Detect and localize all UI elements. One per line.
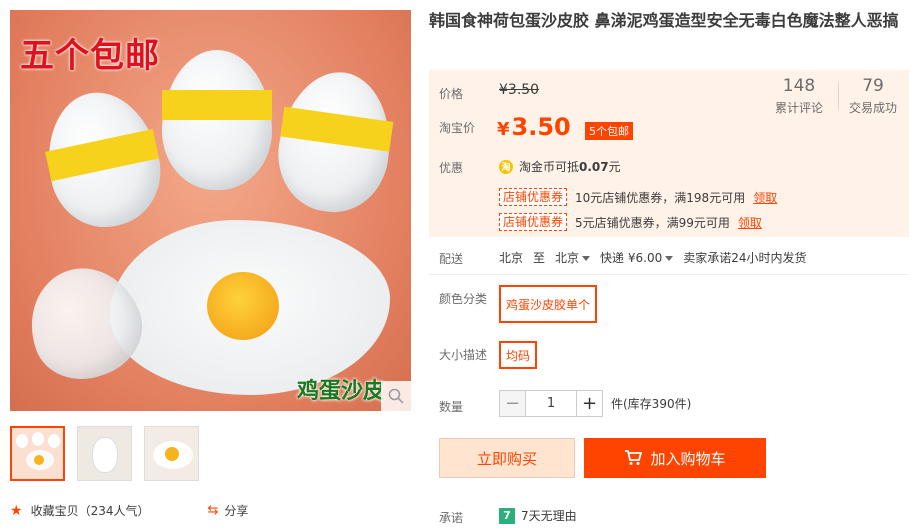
price-value: 3.50	[511, 113, 571, 141]
coin-row: 淘 淘金币可抵0.07元	[499, 158, 621, 175]
taobao-price-label: 淘宝价	[439, 121, 476, 135]
cart-icon	[625, 450, 643, 465]
stock-text: 件(库存390件)	[611, 397, 692, 411]
promise-label: 承诺	[439, 511, 464, 525]
promise-row: 7 7天无理由	[499, 507, 577, 524]
coupon-text: 5元店铺优惠券，满99元可用	[575, 215, 730, 230]
currency-symbol: ¥	[497, 119, 510, 140]
delivery-row: 北京 至 北京 快递 ¥6.00 卖家承诺24小时内发货	[499, 249, 807, 266]
add-to-cart-button[interactable]: 加入购物车	[584, 438, 766, 478]
promo-label: 优惠	[439, 161, 464, 175]
coin-value: 0.07	[579, 160, 609, 174]
main-product-image[interactable]: 五个包邮 鸡蛋沙皮	[10, 10, 411, 411]
delivery-label: 配送	[439, 252, 464, 266]
buy-now-button[interactable]: 立即购买	[439, 438, 575, 478]
price-panel: 价格 ¥3.50 148 累计评论 79 交易成功 淘宝价 ¥3.50 5个包邮…	[429, 70, 909, 237]
claim-coupon-link[interactable]: 领取	[738, 214, 762, 231]
shipping-select[interactable]: 快递 ¥6.00	[600, 249, 674, 266]
size-label: 大小描述	[439, 348, 488, 362]
sales-stat[interactable]: 79 交易成功	[849, 76, 897, 116]
add-to-cart-label: 加入购物车	[650, 449, 726, 468]
product-title: 韩国食神荷包蛋沙皮胶 鼻涕泥鸡蛋造型安全无毒白色魔法整人恶搞	[429, 11, 899, 30]
price-label: 价格	[439, 87, 464, 101]
zoom-icon[interactable]	[381, 381, 411, 411]
share-link[interactable]: 分享	[224, 502, 248, 519]
coupon-text: 10元店铺优惠券，满198元可用	[575, 190, 746, 205]
seven-day-icon: 7	[499, 507, 515, 524]
favorite-share-row: ★ 收藏宝贝（234人气） ⇆ 分享	[10, 502, 248, 519]
quantity-decrease-button[interactable]: −	[499, 390, 526, 417]
coin-icon: 淘	[499, 159, 513, 174]
sales-count: 79	[862, 76, 884, 96]
chevron-down-icon	[665, 256, 674, 261]
coupon-tag: 店铺优惠券	[499, 213, 568, 231]
coupon-row: 店铺优惠券 5元店铺优惠券，满99元可用 领取	[499, 213, 762, 231]
favorite-link[interactable]: 收藏宝贝（234人气）	[31, 502, 150, 519]
reviews-count: 148	[782, 76, 816, 96]
divider	[429, 274, 909, 275]
coupon-row: 店铺优惠券 10元店铺优惠券，满198元可用 领取	[499, 188, 777, 206]
sales-label: 交易成功	[849, 101, 898, 115]
star-icon[interactable]: ★	[10, 503, 23, 519]
share-icon[interactable]: ⇆	[207, 503, 218, 518]
quantity-stepper: − + 件(库存390件)	[499, 390, 691, 417]
quantity-input[interactable]	[526, 390, 576, 417]
quantity-increase-button[interactable]: +	[576, 390, 603, 417]
reviews-stat[interactable]: 148 累计评论	[775, 76, 823, 116]
original-price: ¥3.50	[499, 82, 540, 98]
chevron-down-icon	[582, 256, 591, 261]
size-option[interactable]: 均码	[499, 341, 538, 369]
coin-unit: 元	[608, 160, 621, 174]
thumbnail-1[interactable]	[10, 426, 65, 481]
color-label: 颜色分类	[439, 292, 488, 306]
thumbnail-2[interactable]	[77, 426, 132, 481]
delivery-from: 北京	[499, 251, 524, 265]
coin-text: 淘金币可抵	[519, 160, 580, 174]
claim-coupon-link[interactable]: 领取	[753, 189, 777, 206]
shipping-tag: 5个包邮	[585, 122, 633, 140]
taobao-price: ¥3.50	[497, 113, 571, 141]
promise-text[interactable]: 7天无理由	[521, 507, 577, 524]
image-overlay-text: 五个包邮	[20, 36, 160, 76]
quantity-label: 数量	[439, 400, 464, 414]
reviews-label: 累计评论	[775, 101, 824, 115]
thumbnail-3[interactable]	[144, 426, 199, 481]
delivery-to-word: 至	[533, 251, 546, 265]
delivery-to-select[interactable]: 北京	[555, 249, 591, 266]
delivery-promise: 卖家承诺24小时内发货	[683, 251, 807, 265]
thumbnail-list	[10, 426, 199, 481]
coupon-tag: 店铺优惠券	[499, 188, 568, 206]
image-caption-text: 鸡蛋沙皮	[296, 379, 385, 404]
color-option[interactable]: 鸡蛋沙皮胶单个	[499, 285, 598, 323]
